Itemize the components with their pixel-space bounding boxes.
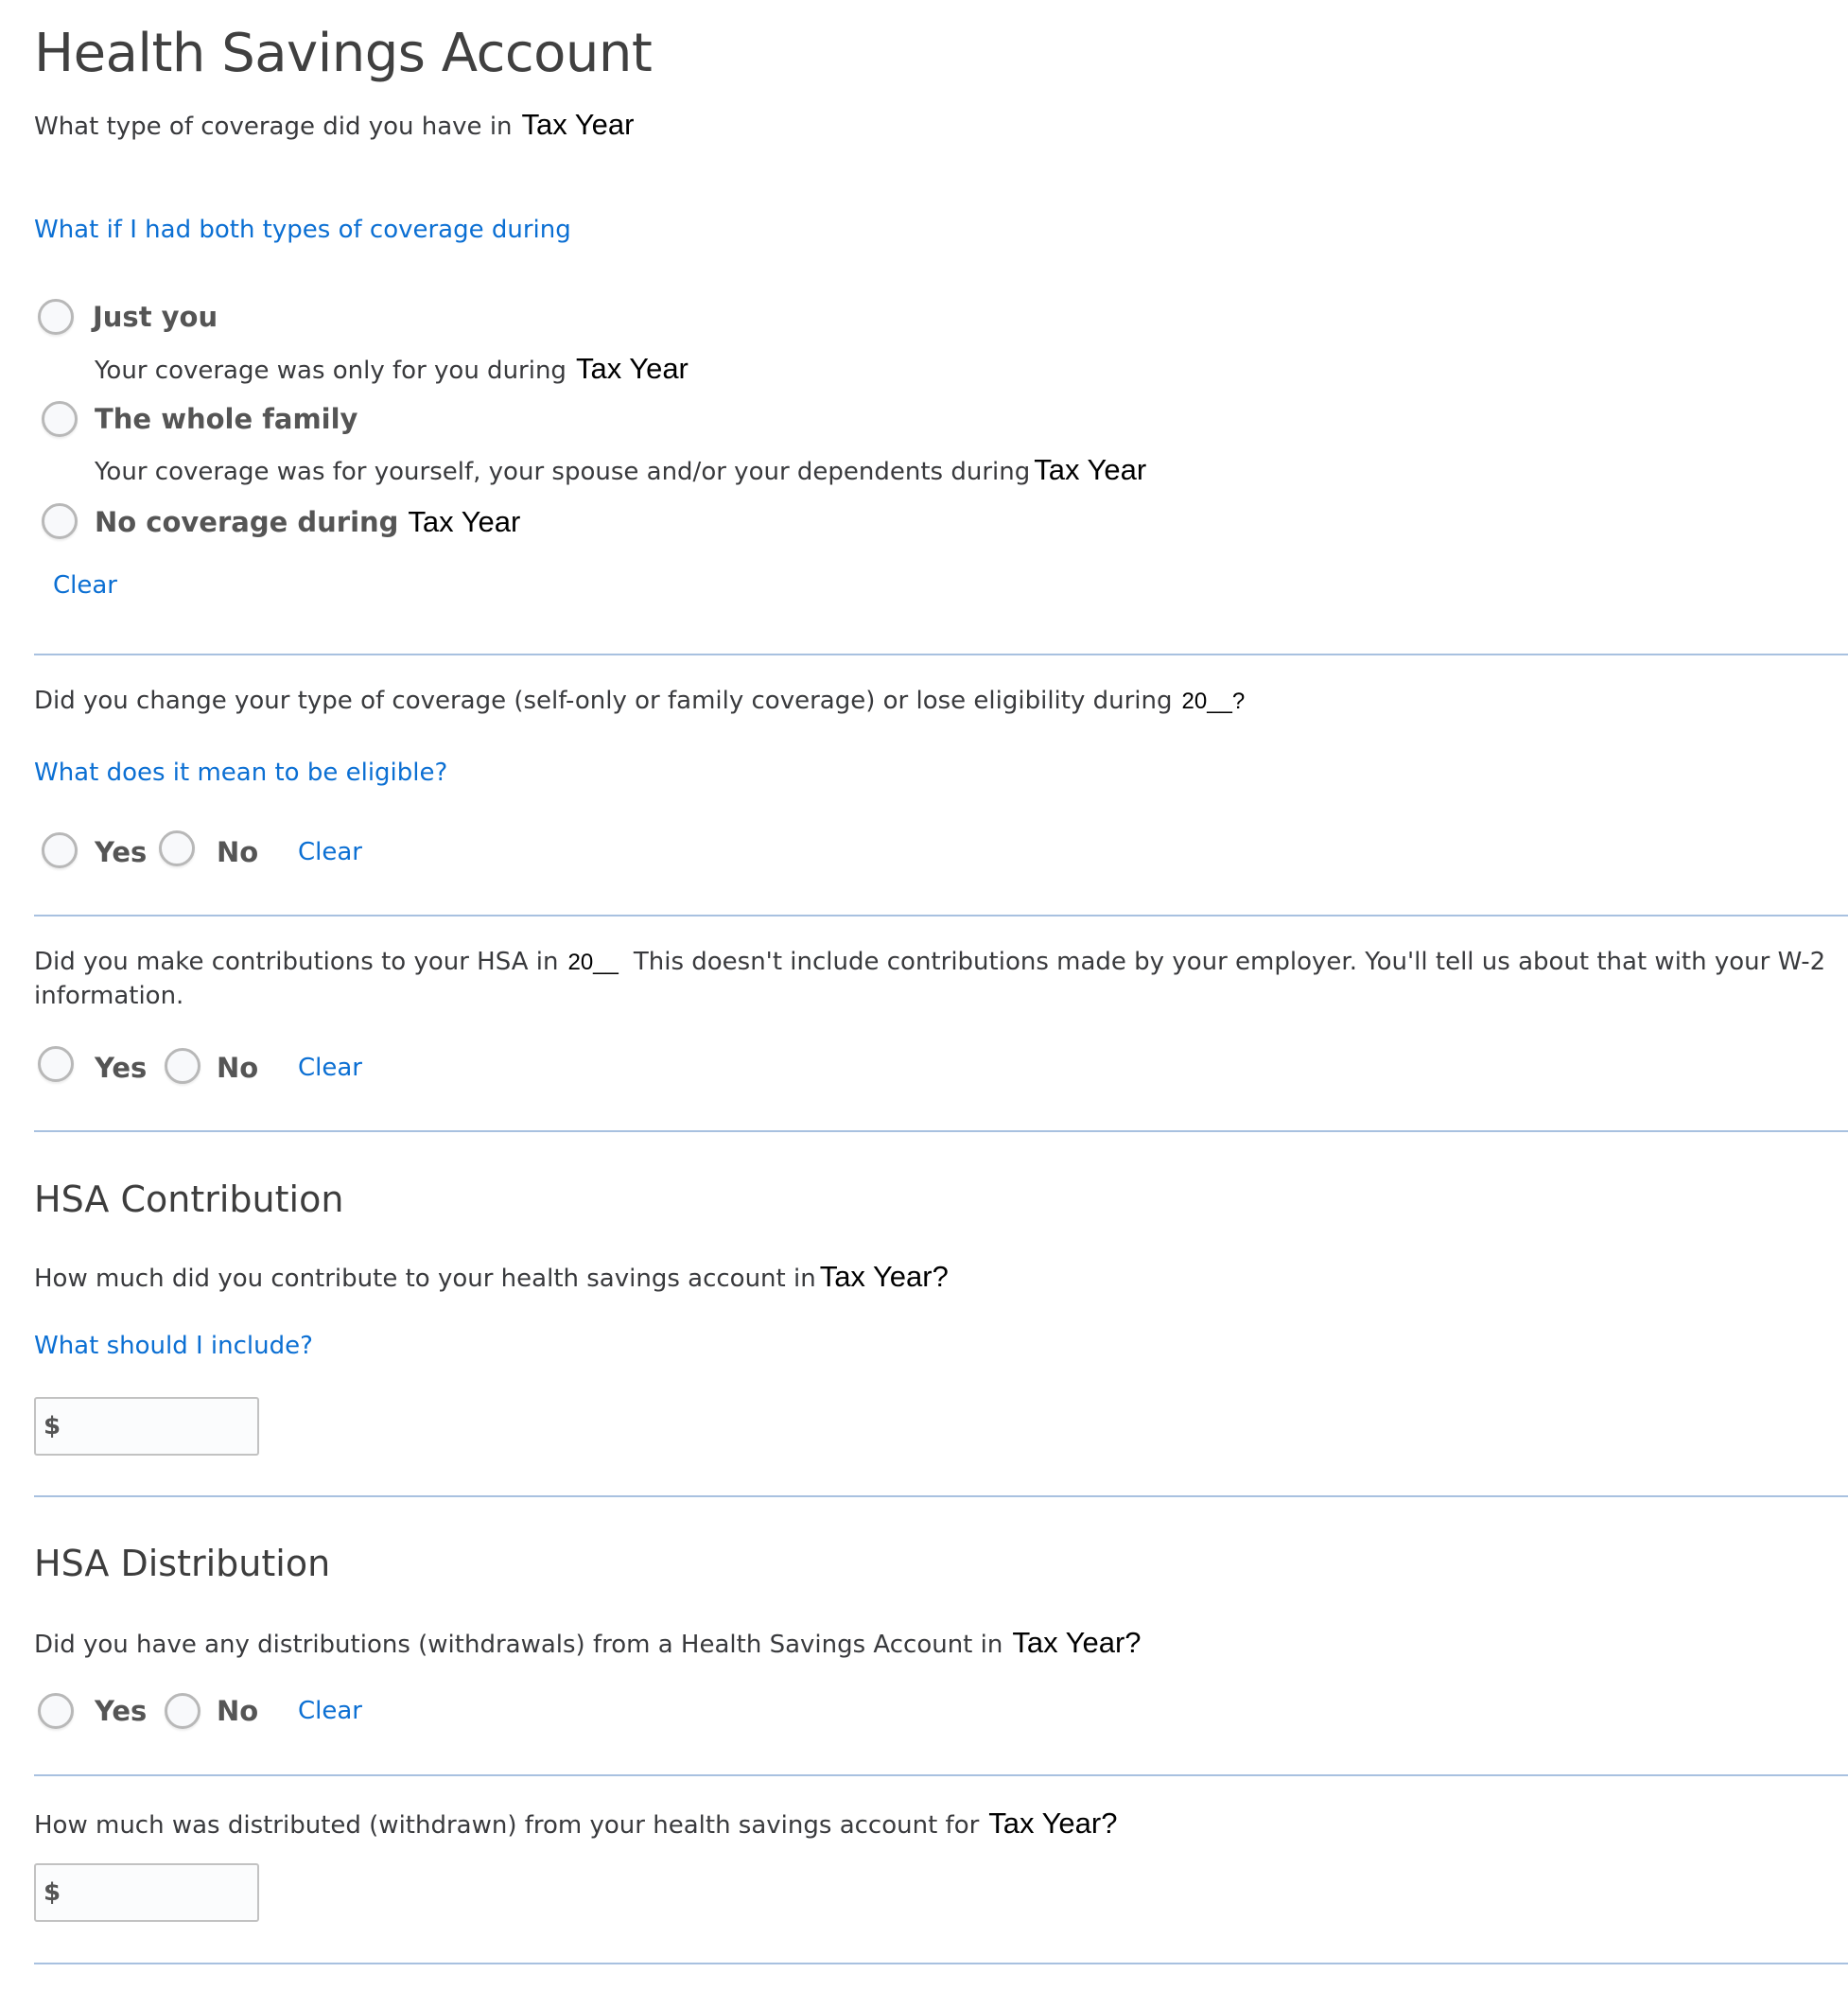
section-divider xyxy=(34,915,1848,916)
coverage-question-text: What type of coverage did you have in xyxy=(34,113,513,141)
change-coverage-question-text: Did you change your type of coverage (se… xyxy=(34,687,1173,715)
hsa-distribution-question-text: Did you have any distributions (withdraw… xyxy=(34,1631,1003,1659)
section-divider xyxy=(34,1774,1848,1776)
distribution-yes-label[interactable]: Yes xyxy=(95,1695,147,1727)
change-coverage-year: 20__? xyxy=(1181,689,1246,714)
both-coverage-help-link[interactable]: What if I had both types of coverage dur… xyxy=(34,216,571,244)
distribution-no-radio[interactable] xyxy=(165,1693,200,1729)
change-yes-label[interactable]: Yes xyxy=(95,836,147,868)
whole-family-year: Tax Year xyxy=(1034,453,1147,486)
contributions-yes-radio[interactable] xyxy=(38,1046,74,1082)
hsa-contribution-question: How much did you contribute to your heal… xyxy=(34,1260,949,1294)
hsa-distribution-question: Did you have any distributions (withdraw… xyxy=(34,1626,1142,1660)
change-clear-link[interactable]: Clear xyxy=(298,838,362,866)
contributions-clear-link[interactable]: Clear xyxy=(298,1054,362,1082)
radio-label-just-you[interactable]: Just you xyxy=(93,301,218,333)
change-coverage-question: Did you change your type of coverage (se… xyxy=(34,687,1245,715)
dollar-icon: $ xyxy=(44,1412,61,1440)
what-to-include-link[interactable]: What should I include? xyxy=(34,1332,313,1360)
hsa-contribution-question-text: How much did you contribute to your heal… xyxy=(34,1265,816,1293)
coverage-question: What type of coverage did you have in Tax… xyxy=(34,108,634,142)
radio-label-no-coverage[interactable]: No coverage during Tax Year xyxy=(95,505,520,539)
no-coverage-year: Tax Year xyxy=(408,505,521,538)
eligibility-help-link[interactable]: What does it mean to be eligible? xyxy=(34,759,447,787)
hsa-distribution-heading: HSA Distribution xyxy=(34,1543,331,1584)
contributions-question-text: Did you make contributions to your HSA i… xyxy=(34,948,559,976)
distribution-amount-year: Tax Year? xyxy=(988,1807,1118,1840)
distribution-amount-question-text: How much was distributed (withdrawn) fro… xyxy=(34,1811,980,1840)
contributions-no-label[interactable]: No xyxy=(217,1052,258,1084)
change-yes-radio[interactable] xyxy=(42,832,78,868)
hsa-contribution-heading: HSA Contribution xyxy=(34,1178,344,1220)
section-divider xyxy=(34,654,1848,655)
distribution-amount-field[interactable]: $ xyxy=(34,1863,259,1922)
whole-family-description: Your coverage was for yourself, your spo… xyxy=(95,453,1146,487)
hsa-contribution-year: Tax Year? xyxy=(819,1260,949,1293)
contribution-amount-field[interactable]: $ xyxy=(34,1397,259,1456)
no-coverage-label-text: No coverage during xyxy=(95,506,399,538)
radio-whole-family[interactable] xyxy=(42,401,78,437)
distribution-amount-question: How much was distributed (withdrawn) fro… xyxy=(34,1807,1117,1841)
distribution-yes-radio[interactable] xyxy=(38,1693,74,1729)
radio-just-you[interactable] xyxy=(38,299,74,335)
contributions-year: 20__ xyxy=(567,950,619,975)
coverage-clear-link[interactable]: Clear xyxy=(53,571,117,600)
section-divider xyxy=(34,1495,1848,1497)
contributions-question-continued: information. xyxy=(34,982,184,1010)
radio-no-coverage[interactable] xyxy=(42,503,78,539)
page-title: Health Savings Account xyxy=(34,23,653,84)
hsa-distribution-year: Tax Year? xyxy=(1012,1626,1142,1659)
contributions-question: Did you make contributions to your HSA i… xyxy=(34,948,1825,976)
contributions-yes-label[interactable]: Yes xyxy=(95,1052,147,1084)
change-no-radio[interactable] xyxy=(159,830,195,866)
dollar-icon: $ xyxy=(44,1878,61,1907)
coverage-question-year: Tax Year xyxy=(521,108,635,141)
contributions-question-note: This doesn't include contributions made … xyxy=(633,948,1826,976)
just-you-description: Your coverage was only for you during Tax… xyxy=(95,352,689,386)
change-no-label[interactable]: No xyxy=(217,836,258,868)
whole-family-description-text: Your coverage was for yourself, your spo… xyxy=(95,458,1031,486)
distribution-no-label[interactable]: No xyxy=(217,1695,258,1727)
section-divider xyxy=(34,1130,1848,1132)
contributions-no-radio[interactable] xyxy=(165,1048,200,1084)
just-you-year: Tax Year xyxy=(575,352,689,385)
section-divider xyxy=(34,1963,1848,1964)
distribution-amount-input[interactable] xyxy=(66,1878,241,1907)
just-you-description-text: Your coverage was only for you during xyxy=(95,357,567,385)
radio-label-whole-family[interactable]: The whole family xyxy=(95,403,357,435)
distribution-clear-link[interactable]: Clear xyxy=(298,1697,362,1725)
contribution-amount-input[interactable] xyxy=(66,1412,241,1440)
